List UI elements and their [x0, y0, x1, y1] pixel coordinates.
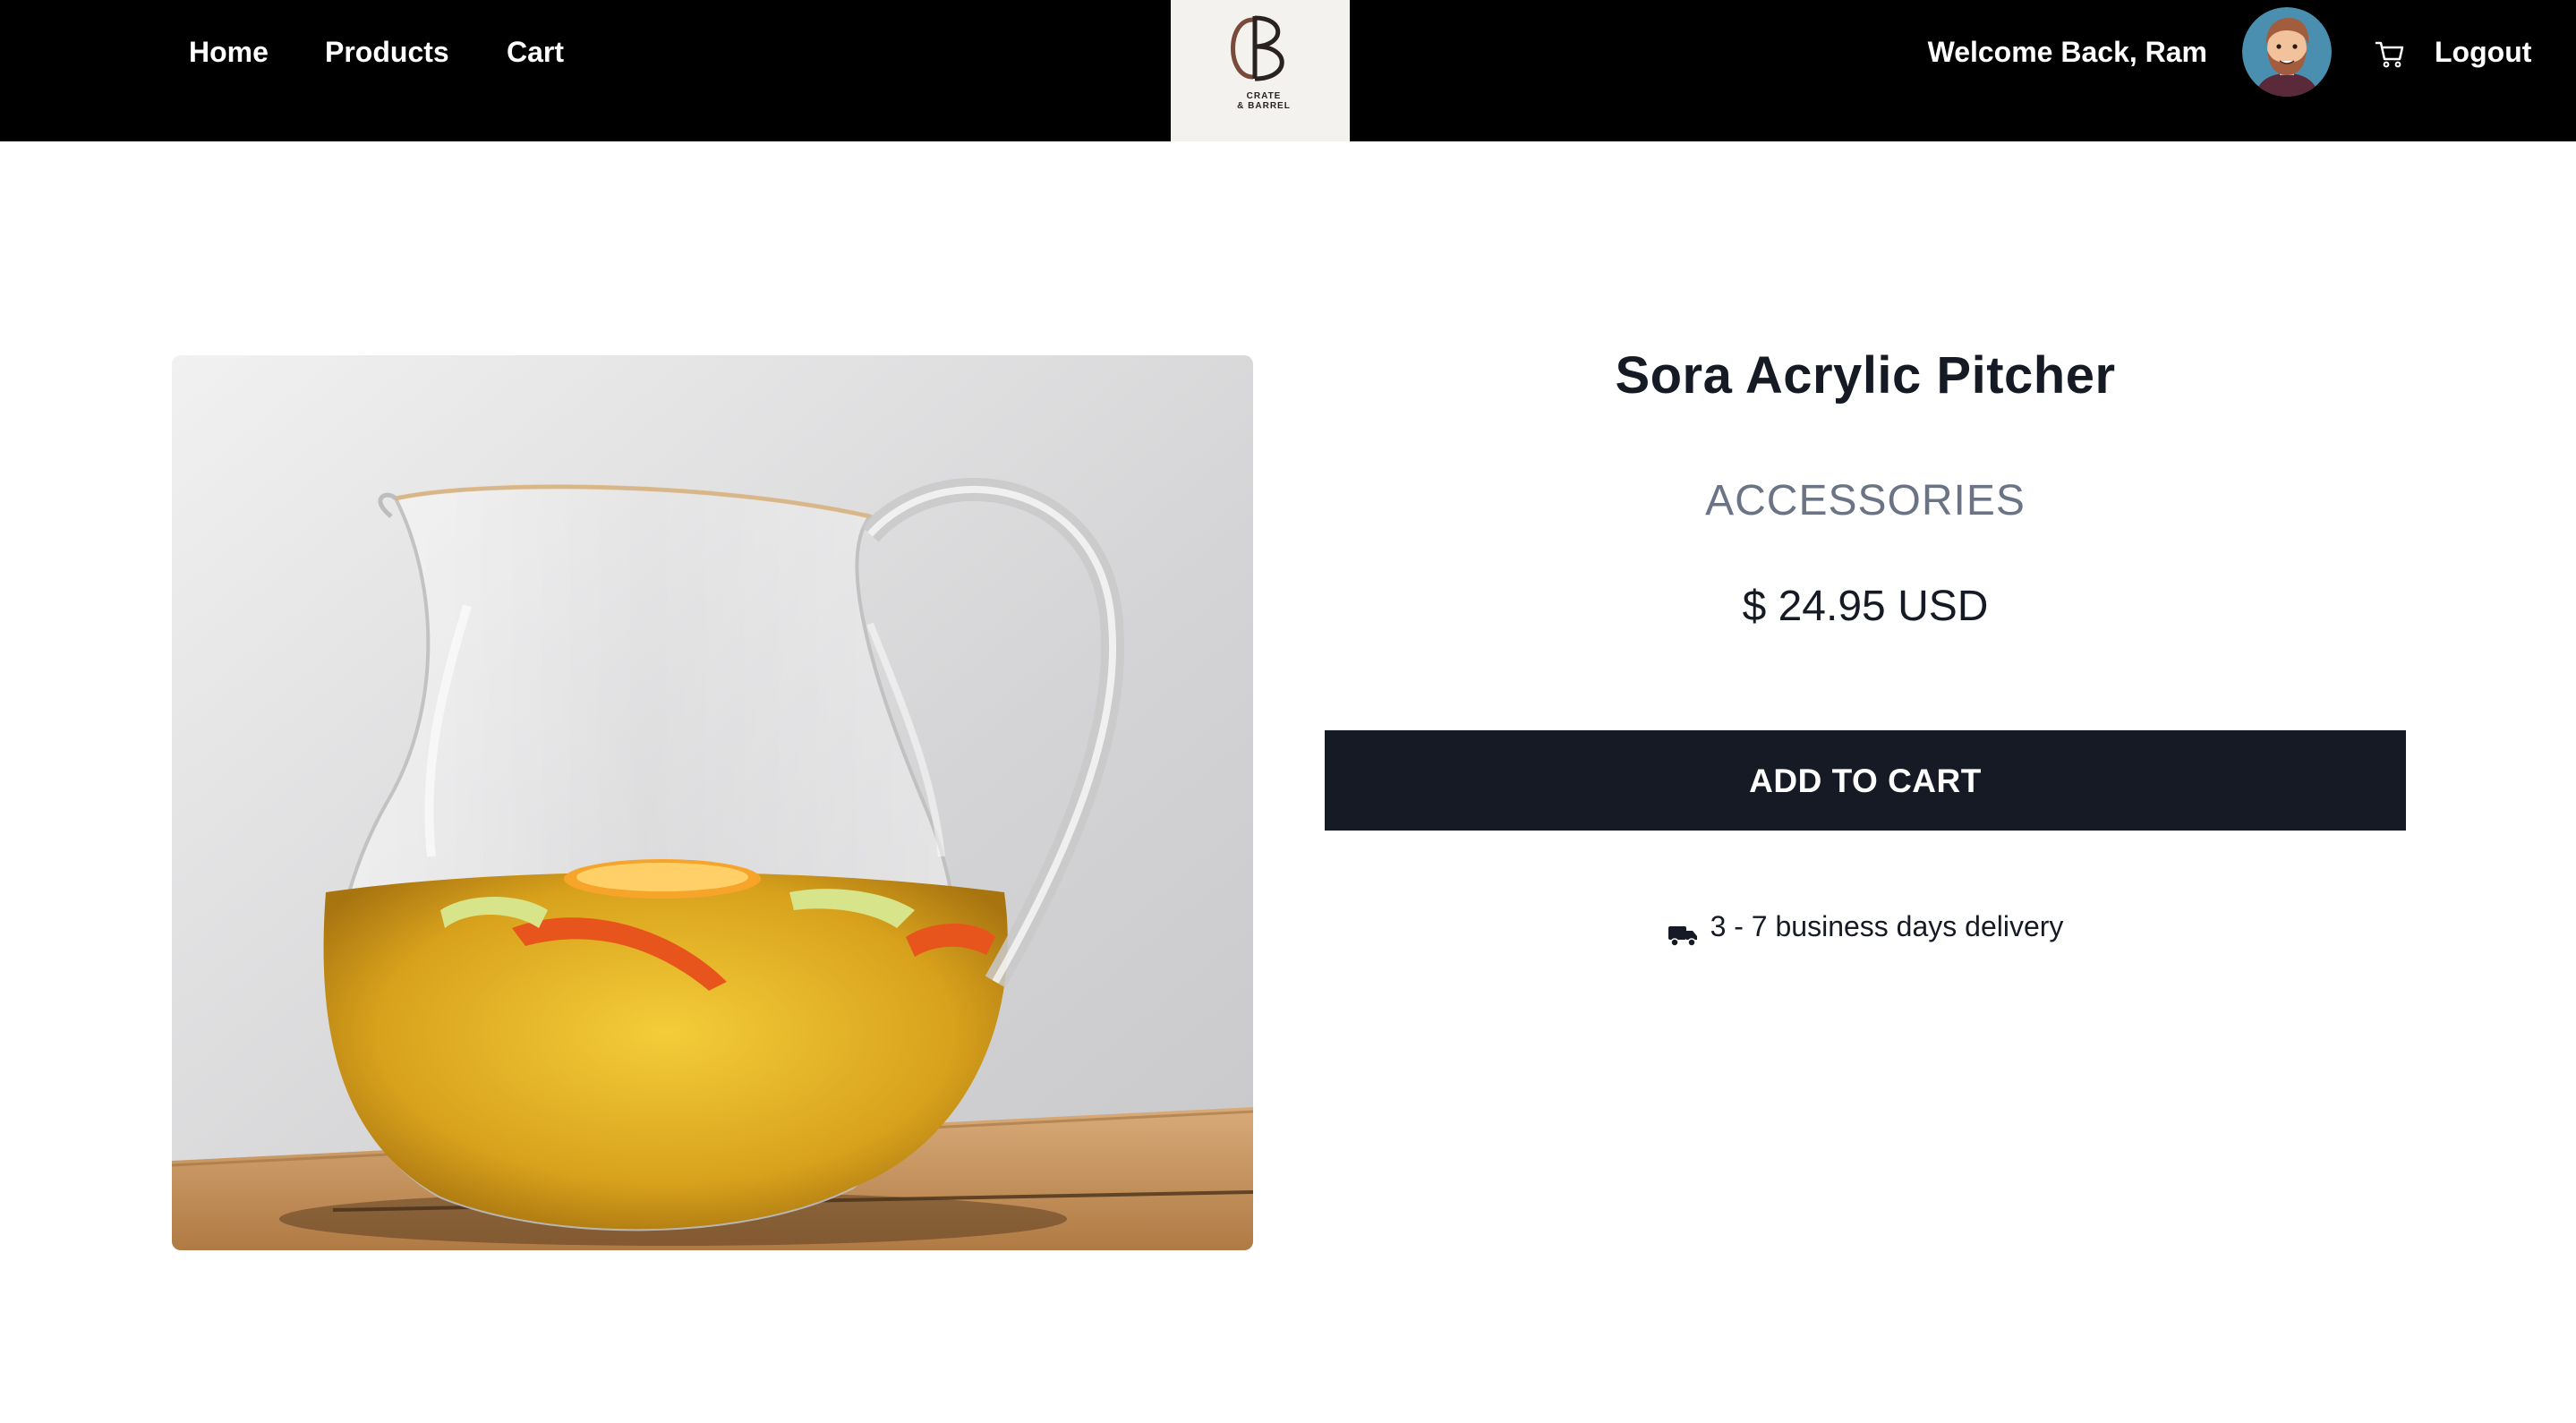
- logo-text-line2: & BARREL: [1237, 101, 1291, 111]
- logout-link[interactable]: Logout: [2435, 30, 2531, 73]
- product-image: [172, 355, 1253, 1250]
- delivery-info: 3 - 7 business days delivery: [1325, 904, 2406, 949]
- product-price: $ 24.95 USD: [1742, 583, 1989, 630]
- product-title: Sora Acrylic Pitcher: [1615, 346, 2116, 405]
- nav-cart-link[interactable]: Cart: [507, 30, 564, 73]
- delivery-text: 3 - 7 business days delivery: [1710, 910, 2064, 942]
- cart-icon[interactable]: [2374, 38, 2406, 70]
- top-navbar: Home Products Cart CRATE & BARREL Welcom…: [0, 0, 2576, 141]
- avatar-image: [2242, 7, 2332, 97]
- product-category: ACCESSORIES: [1705, 477, 2026, 524]
- welcome-message: Welcome Back, Ram: [1927, 36, 2207, 68]
- logo-text-line1: CRATE: [1247, 91, 1282, 101]
- logo-mark: CRATE & BARREL: [1231, 15, 1291, 111]
- pitcher-illustration: [172, 355, 1253, 1250]
- nav-home-link[interactable]: Home: [189, 30, 269, 73]
- brand-logo[interactable]: CRATE & BARREL: [1171, 0, 1350, 141]
- add-to-cart-button[interactable]: ADD TO CART: [1325, 730, 2406, 831]
- nav-products-link[interactable]: Products: [325, 30, 449, 73]
- truck-icon: [1668, 915, 1698, 947]
- avatar[interactable]: [2242, 7, 2332, 97]
